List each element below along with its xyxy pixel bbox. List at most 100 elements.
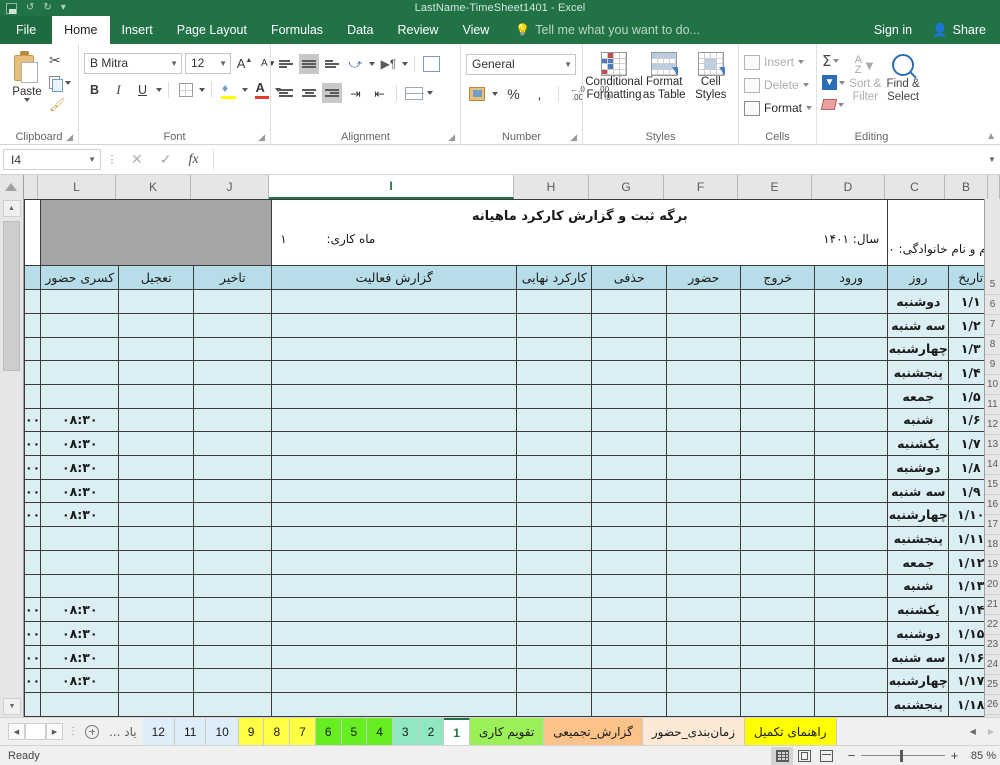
ribbon-tab-formulas[interactable]: Formulas xyxy=(259,16,335,44)
scroll-tabs-left-icon[interactable]: ◀ xyxy=(970,727,976,736)
cell-day-14[interactable]: دوشنبه xyxy=(887,620,950,646)
table-row[interactable]: چهارشنبه ۱/۳ xyxy=(23,336,994,362)
cell-delay-11[interactable] xyxy=(193,549,273,575)
cell-entry-partial-2[interactable] xyxy=(23,336,42,362)
cell-report-title[interactable]: برگه ثبت و گزارش کارکرد ماهیانه سال: ۱۴۰… xyxy=(271,198,889,267)
cell-shortage-14[interactable]: ۰۸:۳۰ xyxy=(40,620,120,646)
cell-shortage-8[interactable]: ۰۸:۳۰ xyxy=(40,478,120,504)
zoom-in-button[interactable]: + xyxy=(950,748,959,763)
table-row[interactable]: ۰۰ ۰۸:۳۰ چهارشنبه ۱/۱۷ xyxy=(23,668,994,694)
row-header-5[interactable]: 5 xyxy=(985,275,1000,295)
align-right-button[interactable] xyxy=(322,83,342,103)
column-header-E[interactable]: E xyxy=(738,175,812,199)
cell-deduction-15[interactable] xyxy=(591,644,668,670)
row-header-7[interactable]: 7 xyxy=(985,315,1000,335)
cell-entry-14[interactable] xyxy=(814,620,889,646)
cell-deduction-0[interactable] xyxy=(591,289,668,314)
delete-cells-button[interactable]: Delete xyxy=(744,74,809,96)
cell-deduction-1[interactable] xyxy=(591,312,668,338)
clipboard-dialog-launcher-icon[interactable]: ◢ xyxy=(66,132,73,143)
cell-deduction-9[interactable] xyxy=(591,502,668,528)
cell-exit-5[interactable] xyxy=(740,407,816,433)
sheet-nav-buttons[interactable]: ◀ ▶ xyxy=(0,718,65,745)
cancel-formula-icon[interactable]: ✕ xyxy=(131,151,143,168)
cell-final-work-10[interactable] xyxy=(516,526,593,551)
paste-button[interactable]: Paste xyxy=(5,49,49,102)
cell-activity-report-4[interactable] xyxy=(271,383,518,409)
cell-delay-12[interactable] xyxy=(193,573,273,599)
column-header-G[interactable]: G xyxy=(589,175,664,199)
cell-entry-17[interactable] xyxy=(814,692,889,717)
cell-early-leave-1[interactable] xyxy=(118,312,195,338)
cell-activity-report-16[interactable] xyxy=(271,668,518,694)
table-row[interactable]: ۰۰ ۰۸:۳۰ چهارشنبه ۱/۱۰ xyxy=(23,502,994,528)
cell-delay-0[interactable] xyxy=(193,289,273,314)
row-header-22[interactable]: 22 xyxy=(985,615,1000,635)
cell-entry-partial-12[interactable] xyxy=(23,573,42,599)
cell-shortage-5[interactable]: ۰۸:۳۰ xyxy=(40,407,120,433)
cell-shortage-17[interactable] xyxy=(40,692,120,717)
cell-early-leave-10[interactable] xyxy=(118,526,195,551)
cell-exit-3[interactable] xyxy=(740,360,816,385)
vertical-scrollbar[interactable]: ▲ ▼ xyxy=(0,199,24,717)
cell-early-leave-9[interactable] xyxy=(118,502,195,528)
cell-deduction-8[interactable] xyxy=(591,478,668,504)
header-cell-shortage[interactable]: کسری حضور xyxy=(40,265,120,291)
cell-entry-partial-9[interactable]: ۰۰ xyxy=(23,502,42,528)
ribbon-tab-page-layout[interactable]: Page Layout xyxy=(165,16,259,44)
cell-shortage-0[interactable] xyxy=(40,289,120,314)
cell-employee-name[interactable]: ام و نام خانوادگی: ۰ xyxy=(887,198,994,267)
row-header-8[interactable]: 8 xyxy=(985,335,1000,355)
cell-delay-2[interactable] xyxy=(193,336,273,362)
cell-entry-partial-10[interactable] xyxy=(23,526,42,551)
cell-final-work-15[interactable] xyxy=(516,644,593,670)
formula-input[interactable] xyxy=(212,149,984,170)
customize-quick-access-icon[interactable]: ▾ xyxy=(61,3,66,13)
cell-deduction-16[interactable] xyxy=(591,668,668,694)
font-size-combo[interactable]: 12 ▼ xyxy=(185,52,231,74)
tell-me-search[interactable]: 💡 Tell me what you want to do... xyxy=(501,16,700,44)
cell-early-leave-15[interactable] xyxy=(118,644,195,670)
font-name-dropdown-icon[interactable]: ▼ xyxy=(166,59,178,68)
cell-day-13[interactable]: یکشنبه xyxy=(887,597,950,622)
align-top-button[interactable] xyxy=(276,54,296,74)
sheet-tab-8[interactable]: 8 xyxy=(264,718,291,745)
table-row[interactable]: دوشنبه ۱/۱ xyxy=(23,289,994,314)
row-header-10[interactable]: 10 xyxy=(985,375,1000,395)
cell-entry-5[interactable] xyxy=(814,407,889,433)
cell-entry-partial-6[interactable]: ۰۰ xyxy=(23,431,42,457)
sheet-tab-راهنمای-تکمیل[interactable]: راهنمای تکمیل xyxy=(745,718,837,745)
column-header-H[interactable]: H xyxy=(514,175,589,199)
first-sheet-icon[interactable]: ◀ xyxy=(8,723,25,740)
sheet-tab-2[interactable]: 2 xyxy=(418,718,445,745)
align-bottom-button[interactable] xyxy=(322,54,342,74)
cell-exit-1[interactable] xyxy=(740,312,816,338)
header-cell-entry-partial[interactable] xyxy=(23,265,42,291)
sheet-nav-spacer[interactable] xyxy=(25,723,46,740)
sheet-tab-تقویم-کاری[interactable]: تقویم کاری xyxy=(469,718,545,745)
name-box[interactable]: I4 ▼ xyxy=(3,149,101,170)
sheet-tab-1[interactable]: 1 xyxy=(444,718,470,745)
zoom-level-label[interactable]: 85 % xyxy=(966,750,996,762)
add-sheet-button[interactable] xyxy=(81,718,103,745)
cell-final-work-13[interactable] xyxy=(516,597,593,622)
cell-day-2[interactable]: چهارشنبه xyxy=(887,336,950,362)
cell-final-work-7[interactable] xyxy=(516,455,593,480)
table-row[interactable]: ۰۰ ۰۸:۳۰ یکشنبه ۱/۷ xyxy=(23,431,994,457)
autosum-icon[interactable]: Σ xyxy=(822,52,831,70)
cell-entry-13[interactable] xyxy=(814,597,889,622)
number-format-dropdown-icon[interactable]: ▼ xyxy=(560,60,572,69)
insert-cells-button[interactable]: Insert xyxy=(744,51,805,73)
cell-exit-15[interactable] xyxy=(740,644,816,670)
sheet-tab-زمان‌بندی_حضور[interactable]: زمان‌بندی_حضور xyxy=(642,718,746,745)
cell-activity-report-6[interactable] xyxy=(271,431,518,457)
cell-shortage-12[interactable] xyxy=(40,573,120,599)
cell-shortage-2[interactable] xyxy=(40,336,120,362)
sheet-tab-overflow[interactable]: یاد ... xyxy=(103,718,143,745)
borders-button[interactable] xyxy=(175,80,196,101)
number-dialog-launcher-icon[interactable]: ◢ xyxy=(570,132,577,143)
cell-final-work-4[interactable] xyxy=(516,383,593,409)
cell-shortage-15[interactable]: ۰۸:۳۰ xyxy=(40,644,120,670)
cell-entry-partial-13[interactable]: ۰۰ xyxy=(23,597,42,622)
cell-presence-3[interactable] xyxy=(666,360,742,385)
